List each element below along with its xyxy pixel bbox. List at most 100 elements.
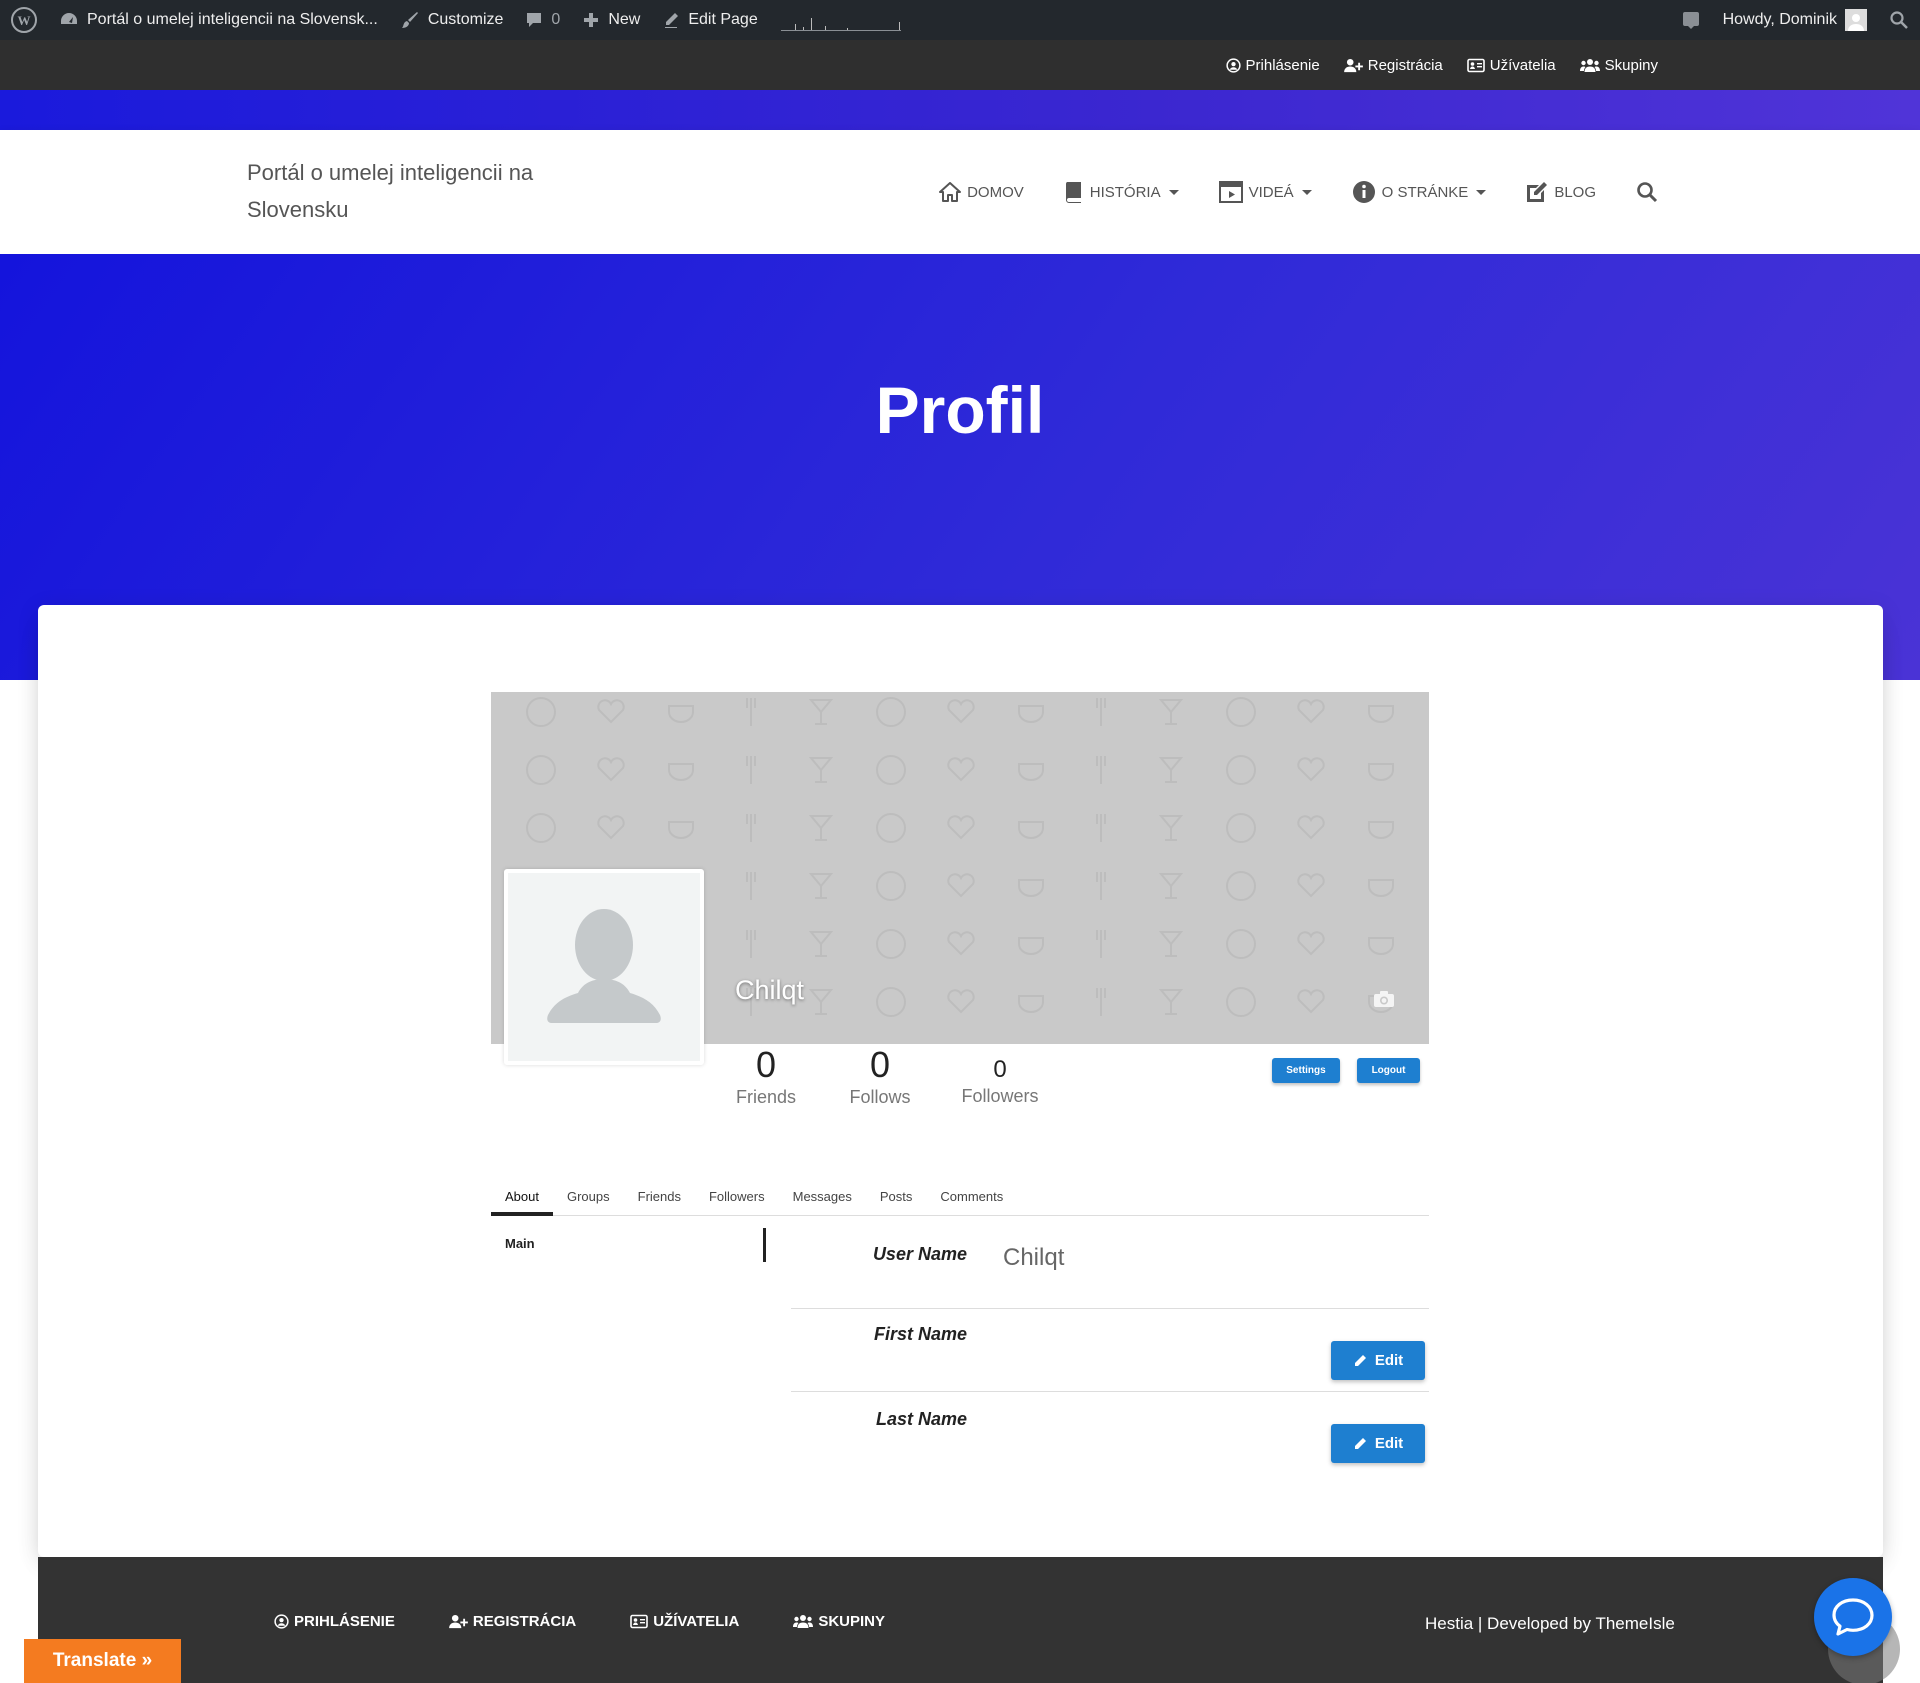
profile-avatar[interactable] xyxy=(504,869,704,1065)
admin-site-name: Portál o umelej inteligencii na Slovensk… xyxy=(87,11,378,28)
menu-item-blog[interactable]: BLOG xyxy=(1526,181,1596,203)
site-brand[interactable]: Portál o umelej inteligencii na Slovensk… xyxy=(247,154,577,228)
cover-doodle xyxy=(876,755,906,785)
cover-doodle xyxy=(668,763,694,781)
menu-item-videos-label: VIDEÁ xyxy=(1248,183,1294,201)
footer-link-register-label: REGISTRÁCIA xyxy=(472,1613,577,1630)
chat-bubble-icon xyxy=(1832,1598,1874,1636)
cover-doodle xyxy=(1096,872,1106,900)
edit-page-link[interactable]: Edit Page xyxy=(651,0,768,40)
greeting: Howdy, Dominik xyxy=(1722,11,1837,28)
tab-posts[interactable]: Posts xyxy=(866,1180,927,1216)
cover-doodle xyxy=(947,757,975,782)
cover-doodle xyxy=(1297,989,1325,1014)
tab-messages[interactable]: Messages xyxy=(779,1180,866,1216)
cover-doodle xyxy=(1158,873,1184,899)
footer-credit: Hestia | Developed by ThemeIsle xyxy=(1425,1614,1675,1634)
profile-display-name: Chilqt xyxy=(735,975,805,1005)
edit-page-label: Edit Page xyxy=(688,11,758,28)
info-circle-icon xyxy=(1352,181,1375,203)
stat-friends-value: 0 xyxy=(755,1044,777,1085)
cover-doodle xyxy=(526,813,556,843)
cover-doodle xyxy=(1368,705,1394,723)
admin-bar: W Portál o umelej inteligencii na Sloven… xyxy=(0,0,1920,40)
comments-count: 0 xyxy=(551,11,561,28)
tab-friends[interactable]: Friends xyxy=(624,1180,695,1216)
logout-button[interactable]: Logout xyxy=(1357,1058,1420,1083)
tab-groups[interactable]: Groups xyxy=(553,1180,624,1216)
edit-lastname-button[interactable]: Edit xyxy=(1331,1424,1425,1463)
menu-item-about[interactable]: O STRÁNKE xyxy=(1352,180,1487,204)
user-circle-icon xyxy=(274,1614,289,1629)
stat-follows[interactable]: 0 Follows xyxy=(839,1045,921,1108)
chat-button[interactable] xyxy=(1814,1578,1892,1656)
account-menu[interactable]: Howdy, Dominik xyxy=(1712,0,1878,40)
field-label-username: User Name xyxy=(872,1244,967,1264)
footer-credit-prefix: Hestia | Developed by xyxy=(1425,1614,1596,1633)
admin-search-button[interactable] xyxy=(1878,0,1920,40)
pencil-icon xyxy=(1354,1354,1366,1366)
user-circle-icon xyxy=(1225,57,1241,73)
pencil-icon xyxy=(1354,1437,1366,1449)
cover-doodle xyxy=(1096,814,1106,842)
notification-button[interactable] xyxy=(1670,0,1712,40)
cover-doodle xyxy=(1018,937,1044,955)
cover-doodle xyxy=(526,755,556,785)
top-link-register[interactable]: Registrácia xyxy=(1343,57,1443,74)
settings-button[interactable]: Settings xyxy=(1272,1058,1340,1083)
cover-doodle xyxy=(876,813,906,843)
menu-search-button[interactable] xyxy=(1636,181,1658,203)
menu-item-videos[interactable]: VIDEÁ xyxy=(1218,181,1312,203)
footer-link-groups-label: SKUPINY xyxy=(818,1613,885,1630)
footer-link-login[interactable]: PRIHLÁSENIE xyxy=(274,1613,395,1630)
cover-doodle xyxy=(1368,937,1394,955)
users-group-icon xyxy=(1579,58,1600,72)
top-link-groups[interactable]: Skupiny xyxy=(1579,57,1658,74)
field-label-firstname: First Name xyxy=(873,1324,967,1344)
tab-followers[interactable]: Followers xyxy=(695,1180,779,1216)
footer-link-groups[interactable]: SKUPINY xyxy=(793,1613,885,1630)
cover-doodle xyxy=(597,699,625,724)
stat-friends[interactable]: 0 Friends xyxy=(726,1045,806,1108)
top-link-users[interactable]: Užívatelia xyxy=(1466,57,1556,74)
field-label-lastname: Last Name xyxy=(875,1409,967,1429)
menu-item-history[interactable]: HISTÓRIA xyxy=(1064,181,1179,203)
footer-credit-author-link[interactable]: ThemeIsle xyxy=(1595,1614,1674,1633)
customize-link[interactable]: Customize xyxy=(389,0,515,40)
admin-site-name-link[interactable]: Portál o umelej inteligencii na Slovensk… xyxy=(48,0,389,40)
user-silhouette-icon xyxy=(1848,14,1864,31)
about-section-main[interactable]: Main xyxy=(505,1236,535,1251)
new-content-link[interactable]: New xyxy=(571,0,651,40)
id-card-icon xyxy=(1466,58,1485,72)
cover-doodle xyxy=(746,698,756,726)
footer-link-users[interactable]: UŽÍVATELIA xyxy=(630,1613,739,1630)
cover-doodle xyxy=(808,873,834,899)
tab-about[interactable]: About xyxy=(491,1180,553,1216)
cover-doodle xyxy=(1297,699,1325,724)
main-navbar: Portál o umelej inteligencii na Slovensk… xyxy=(0,130,1920,254)
chevron-down-icon xyxy=(1301,189,1312,195)
wordpress-logo-button[interactable]: W xyxy=(0,0,48,40)
cover-doodle xyxy=(597,757,625,782)
cover-doodle xyxy=(746,814,756,842)
cover-doodle xyxy=(1158,815,1184,841)
footer-link-register[interactable]: REGISTRÁCIA xyxy=(448,1613,577,1630)
user-silhouette-icon xyxy=(547,909,661,1023)
chevron-down-icon xyxy=(1168,189,1179,195)
cover-doodle xyxy=(746,930,756,958)
translate-button[interactable]: Translate » xyxy=(24,1639,181,1683)
stat-followers[interactable]: 0 Followers xyxy=(952,1056,1048,1107)
cover-doodle xyxy=(668,705,694,723)
stats-sparkline[interactable] xyxy=(780,9,901,31)
tab-comments[interactable]: Comments xyxy=(926,1180,1017,1216)
top-link-login[interactable]: Prihlásenie xyxy=(1225,57,1320,74)
cover-doodle xyxy=(947,931,975,956)
menu-item-home[interactable]: DOMOV xyxy=(939,182,1024,202)
camera-icon[interactable] xyxy=(1373,990,1395,1008)
comments-link[interactable]: 0 xyxy=(514,0,571,40)
edit-firstname-button[interactable]: Edit xyxy=(1331,1341,1425,1380)
cover-doodle xyxy=(947,815,975,840)
notification-icon xyxy=(1682,12,1699,29)
cover-doodle xyxy=(1158,931,1184,957)
cover-doodle xyxy=(1226,987,1256,1017)
